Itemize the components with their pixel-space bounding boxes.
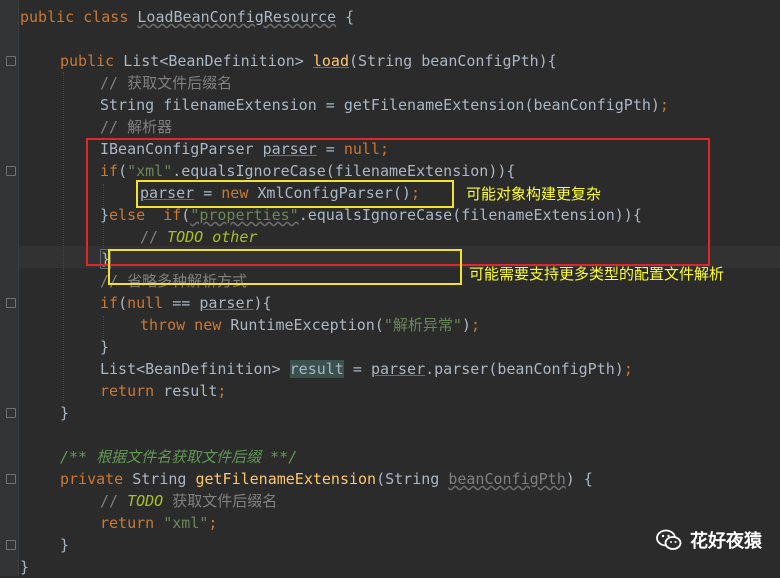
fold-icon[interactable]	[6, 474, 16, 484]
code-line-16: }	[100, 338, 110, 356]
code-line-6: // 解析器	[100, 118, 173, 136]
code-line-24: return "xml";	[100, 514, 218, 532]
wechat-icon	[656, 529, 682, 551]
watermark: 花好夜猿	[656, 527, 762, 553]
code-line-22: private String getFilenameExtension(Stri…	[60, 470, 593, 488]
fold-icon[interactable]	[6, 540, 16, 550]
code-line-18: return result;	[100, 382, 227, 400]
code-line-25: }	[60, 536, 70, 554]
code-line-19: }	[60, 404, 70, 422]
more-types-box	[108, 249, 462, 285]
code-line-21: /** 根据文件名获取文件后缀 **/	[60, 448, 298, 466]
fold-icon[interactable]	[6, 408, 16, 418]
editor-gutter	[0, 0, 19, 576]
code-line-17: List<BeanDefinition> result = parser.par…	[100, 360, 633, 378]
code-line-1: public class LoadBeanConfigResource {	[20, 8, 355, 26]
code-line-26: }	[20, 558, 30, 576]
code-line-15: throw new RuntimeException("解析异常");	[140, 316, 480, 334]
fold-icon[interactable]	[6, 166, 16, 176]
object-construction-box	[136, 180, 454, 208]
indent-guide	[63, 72, 64, 402]
code-line-3: public List<BeanDefinition> load(String …	[60, 52, 557, 70]
fold-icon[interactable]	[6, 56, 16, 66]
annotation-note-1: 可能对象构建更复杂	[466, 185, 602, 203]
watermark-text: 花好夜猿	[690, 531, 762, 552]
code-line-14: if(null == parser){	[100, 294, 272, 312]
code-line-4: // 获取文件后缀名	[100, 74, 233, 92]
annotation-note-2: 可能需要支持更多类型的配置文件解析	[469, 265, 725, 283]
fold-icon[interactable]	[6, 298, 16, 308]
code-line-23: // TODO 获取文件后缀名	[100, 492, 278, 510]
code-line-5: String filenameExtension = getFilenameEx…	[100, 96, 669, 114]
